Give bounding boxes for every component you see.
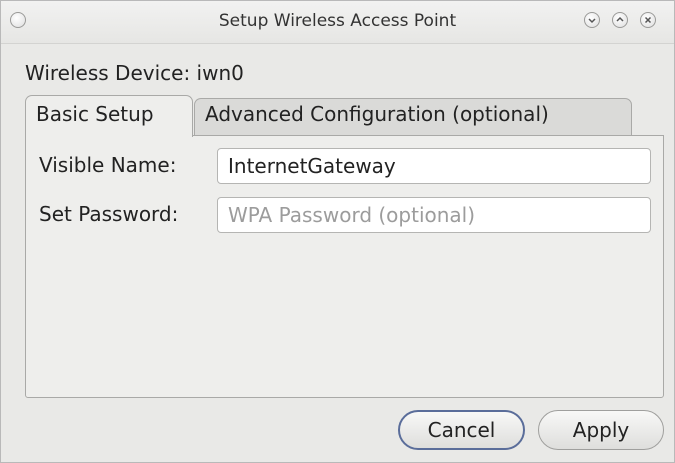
tab-basic-setup[interactable]: Basic Setup [25,95,193,137]
dialog-window: Setup Wireless Access Point Wireless Dev… [0,0,675,463]
tab-advanced-configuration[interactable]: Advanced Configuration (optional) [194,98,632,135]
password-input[interactable] [217,197,651,233]
apply-button[interactable]: Apply [538,410,664,450]
wireless-device-label: Wireless Device: iwn0 [25,61,244,85]
window-title: Setup Wireless Access Point [218,11,457,31]
visible-name-label: Visible Name: [39,153,177,177]
set-password-label: Set Password: [39,202,179,226]
title-bar[interactable]: Setup Wireless Access Point [1,1,674,44]
minimize-icon[interactable] [584,12,600,28]
maximize-icon[interactable] [612,12,628,28]
close-icon[interactable] [640,12,656,28]
visible-name-input[interactable] [217,148,651,184]
cancel-button[interactable]: Cancel [398,410,525,450]
